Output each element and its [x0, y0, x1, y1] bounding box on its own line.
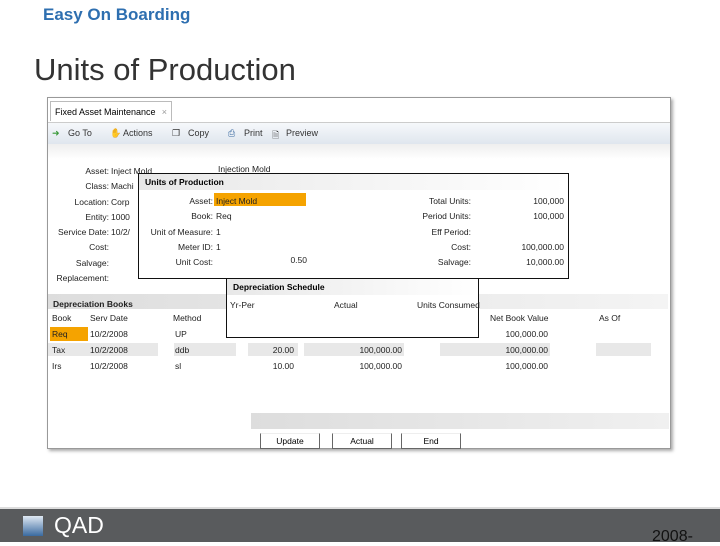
- goto-button[interactable]: Go To: [68, 128, 92, 138]
- label: Cost:: [451, 241, 471, 252]
- col-net-book-value: Net Book Value: [490, 313, 549, 323]
- period-units-field[interactable]: 100,000: [488, 209, 564, 224]
- meter-id-field[interactable]: 1: [216, 240, 257, 255]
- qad-logo: QAD: [54, 512, 104, 538]
- col-book: Book: [52, 313, 72, 323]
- cell: 20.00: [272, 345, 294, 355]
- label: Unit of Measure:: [150, 226, 213, 237]
- label: Book:: [191, 211, 213, 222]
- total-units-field[interactable]: 100,000: [488, 194, 564, 209]
- unit-cost-field[interactable]: 0.50: [259, 255, 307, 265]
- dialog-title: Depreciation Schedule: [227, 279, 478, 295]
- preview-button[interactable]: Preview: [286, 128, 318, 138]
- cell: 100,000.00: [505, 329, 548, 339]
- toolbar: ➜ Go To ✋ Actions ❐ Copy ⎙ Print 🗎 Previ…: [48, 122, 670, 144]
- books-title: Depreciation Books: [53, 299, 133, 309]
- label: Salvage:: [437, 257, 471, 268]
- fixed-asset-window: Fixed Asset Maintenance × ➜ Go To ✋ Acti…: [47, 97, 671, 449]
- update-button[interactable]: Update: [260, 433, 320, 449]
- asset-field[interactable]: Inject Mold: [216, 194, 257, 209]
- col-as-of: As Of: [599, 313, 621, 323]
- table-row-book[interactable]: Tax: [52, 345, 65, 355]
- toolbar-band: [48, 144, 670, 159]
- actual-button[interactable]: Actual: [332, 433, 392, 449]
- close-icon[interactable]: ×: [162, 102, 167, 122]
- tab-fixed-asset-maintenance[interactable]: Fixed Asset Maintenance ×: [50, 101, 172, 121]
- preview-icon: 🗎: [272, 130, 280, 140]
- dialog-title: Units of Production: [139, 174, 568, 190]
- salvage-field[interactable]: 10,000.00: [488, 255, 564, 270]
- brand-title: Easy On Boarding: [43, 5, 191, 24]
- status-bar: [251, 413, 669, 429]
- actions-icon: ✋: [110, 128, 122, 138]
- label: Class:: [85, 181, 109, 192]
- label: Unit Cost:: [175, 257, 213, 268]
- units-of-production-dialog: Units of Production Asset: Book: Unit of M…: [138, 173, 569, 279]
- col-serv-date: Serv Date: [90, 313, 128, 323]
- qad-logo-icon: [23, 516, 43, 536]
- col-actual: Actual: [334, 300, 358, 310]
- page-title: Units of Production: [34, 52, 296, 87]
- row-bg: [596, 343, 651, 356]
- label: Asset:: [85, 166, 109, 176]
- label: Eff Period:: [431, 226, 471, 237]
- label: Salvage:: [75, 257, 109, 268]
- copy-icon: ❐: [172, 128, 181, 138]
- label: Asset:: [189, 196, 213, 206]
- col-method: Method: [173, 313, 202, 323]
- label: Period Units:: [422, 211, 471, 222]
- col-units-consumed: Units Consumed: [417, 300, 480, 310]
- copyright-year: 2008-: [652, 528, 693, 545]
- cell: 10/2/2008: [90, 345, 128, 355]
- end-button[interactable]: End: [401, 433, 461, 449]
- print-icon: ⎙: [228, 128, 236, 138]
- asset-form-labels: Asset: Class: Location: Entity: Service Date…: [48, 164, 109, 286]
- eff-period-field[interactable]: [488, 225, 564, 240]
- cell: 100,000.00: [359, 345, 402, 355]
- label: Cost:: [89, 242, 109, 253]
- table-row-book[interactable]: Req: [52, 329, 68, 339]
- tab-label: Fixed Asset Maintenance: [55, 107, 156, 117]
- cell: 10.00: [272, 361, 294, 371]
- col-yr-per: Yr-Per: [230, 300, 255, 310]
- cell: 10/2/2008: [90, 361, 128, 371]
- cell: 100,000.00: [359, 361, 402, 371]
- depreciation-schedule-dialog: Depreciation Schedule Yr-Per Actual Unit…: [226, 278, 480, 338]
- cell: 10/2/2008: [90, 329, 128, 339]
- cell: ddb: [175, 345, 190, 355]
- label: Meter ID:: [178, 241, 213, 252]
- label: Replacement:: [56, 273, 109, 284]
- cell: 100,000.00: [505, 361, 548, 371]
- goto-icon: ➜: [52, 128, 60, 138]
- actions-button[interactable]: Actions: [123, 128, 153, 138]
- book-field[interactable]: Req: [216, 209, 257, 224]
- print-button[interactable]: Print: [244, 128, 263, 138]
- label: Total Units:: [428, 196, 471, 206]
- footer: QAD 2008-: [0, 507, 720, 545]
- copy-button[interactable]: Copy: [188, 128, 209, 138]
- cell: 100,000.00: [505, 345, 548, 355]
- label: Location:: [74, 196, 110, 207]
- uom-field[interactable]: 1: [216, 225, 257, 240]
- label: Entity:: [85, 211, 109, 222]
- label: Service Date:: [57, 227, 109, 238]
- table-row-book[interactable]: Irs: [52, 361, 61, 371]
- cell: sl: [175, 361, 182, 371]
- cost-field[interactable]: 100,000.00: [488, 240, 564, 255]
- cell: UP: [175, 329, 187, 339]
